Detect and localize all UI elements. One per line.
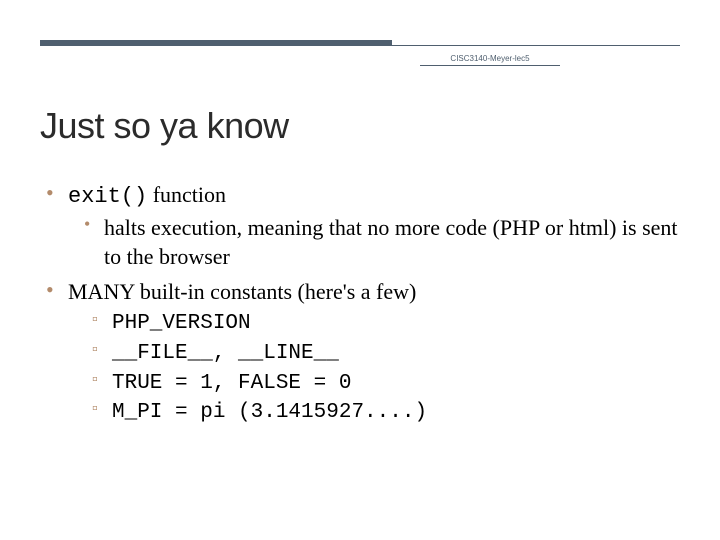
text-function: function [147, 182, 226, 207]
slide: CISC3140-Meyer-lec5 Just so ya know exit… [0, 0, 720, 540]
bullet-constants: MANY built-in constants (here's a few) P… [40, 277, 680, 427]
slide-body: exit() function halts execution, meaning… [40, 180, 680, 433]
text-constants: MANY built-in constants (here's a few) [68, 279, 416, 304]
bullet-list-level3: PHP_VERSION __FILE__, __LINE__ TRUE = 1,… [68, 310, 680, 427]
bullet-list-level2: halts execution, meaning that no more co… [68, 213, 680, 271]
bullet-halts-execution: halts execution, meaning that no more co… [80, 213, 680, 271]
const-true-false: TRUE = 1, FALSE = 0 [88, 370, 680, 398]
course-meta: CISC3140-Meyer-lec5 [420, 54, 560, 66]
const-file-line: __FILE__, __LINE__ [88, 340, 680, 368]
bullet-exit-function: exit() function halts execution, meaning… [40, 180, 680, 271]
slide-title: Just so ya know [40, 105, 289, 147]
const-php-version: PHP_VERSION [88, 310, 680, 338]
const-mpi: M_PI = pi (3.1415927....) [88, 399, 680, 427]
bullet-list-level1: exit() function halts execution, meaning… [40, 180, 680, 427]
code-exit: exit() [68, 184, 147, 209]
decorative-rule [40, 40, 680, 48]
